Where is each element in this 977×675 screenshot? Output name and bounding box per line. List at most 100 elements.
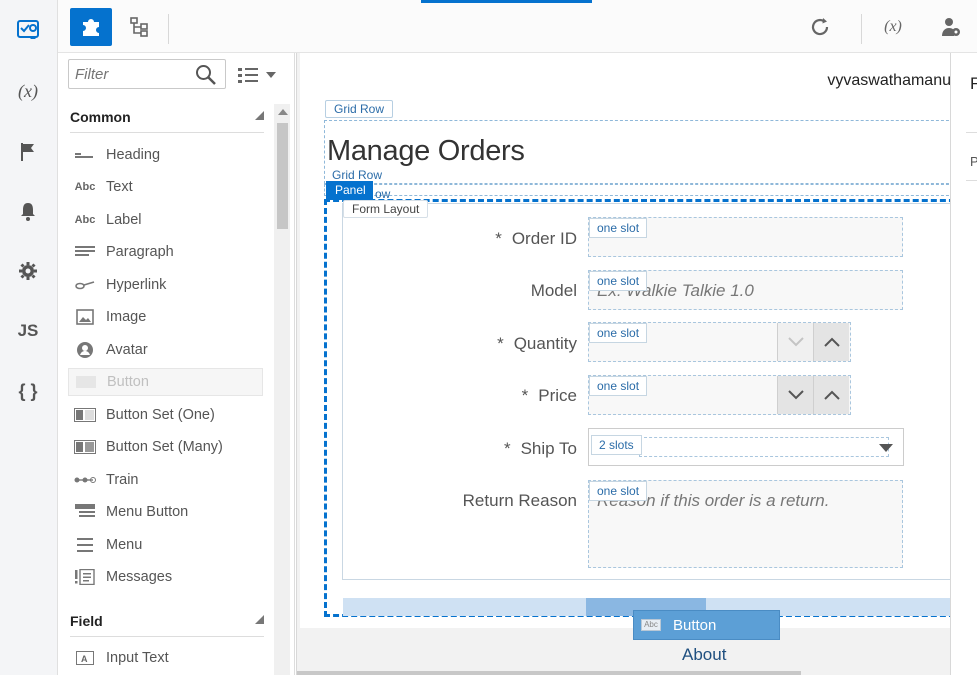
list-view-toggle[interactable]	[236, 65, 280, 85]
chevron-down-icon	[787, 390, 804, 400]
palette-item-label: Heading	[106, 147, 161, 163]
section-field[interactable]: Field	[70, 609, 264, 637]
app-root: (x) JS { } (x) Filter Common Heading Abc…	[0, 0, 977, 675]
slot-tag[interactable]: one slot	[589, 271, 648, 291]
palette-item-heading[interactable]: Heading	[68, 141, 263, 169]
grid-row-tag-2[interactable]: Grid Row	[332, 168, 382, 182]
palette-item-avatar[interactable]: Avatar	[68, 336, 263, 364]
palette-item-label: Input Text	[106, 650, 169, 666]
palette-item-messages[interactable]: Messages	[68, 563, 263, 591]
palette-item-button-set-one[interactable]: Button Set (One)	[68, 401, 263, 429]
refresh-icon[interactable]	[806, 12, 836, 42]
json-icon[interactable]: { }	[8, 373, 48, 409]
slot-tag[interactable]: one slot	[589, 376, 648, 396]
grid-row-tag[interactable]: Grid Row	[325, 100, 394, 118]
canvas-hscrollbar[interactable]	[297, 671, 801, 675]
return-reason-textarea[interactable]: Reason if this order is a return. one sl…	[588, 480, 903, 568]
top-toolbar: (x)	[58, 0, 977, 53]
palette-item-menu[interactable]: Menu	[68, 531, 263, 559]
avatar-icon	[74, 341, 96, 359]
palette-item-hyperlink[interactable]: Hyperlink	[68, 271, 263, 299]
palette-item-train[interactable]: Train	[68, 466, 263, 494]
quantity-decrement-button[interactable]	[777, 323, 813, 361]
panel-tag[interactable]: Panel	[326, 181, 373, 200]
train-icon	[74, 471, 96, 489]
palette-item-label: Button Set (One)	[106, 407, 215, 423]
price-increment-button[interactable]	[813, 376, 849, 414]
palette-item-text[interactable]: Abc Text	[68, 173, 263, 201]
slot-tag[interactable]: one slot	[589, 218, 648, 238]
palette-item-label: Menu	[106, 537, 143, 553]
page-preview: vyvaswathamanu Grid Row Manage Orders Gr…	[300, 53, 950, 628]
js-icon[interactable]: JS	[8, 313, 48, 349]
palette-item-image[interactable]: Image	[68, 303, 263, 331]
required-marker: *	[503, 439, 511, 458]
left-rail: (x) JS { }	[0, 0, 58, 675]
quantity-label-text: Quantity	[513, 334, 577, 353]
scroll-up-icon[interactable]	[278, 108, 288, 116]
dragged-button[interactable]: Abc Button	[633, 610, 780, 640]
svg-text:A: A	[81, 654, 88, 664]
palette-scrollbar-thumb[interactable]	[277, 123, 288, 229]
button-icon	[75, 373, 97, 391]
search-icon[interactable]	[195, 64, 217, 86]
components-icon[interactable]	[8, 12, 48, 48]
properties-title: F	[970, 74, 977, 93]
section-common[interactable]: Common	[70, 105, 264, 133]
palette-item-paragraph[interactable]: Paragraph	[68, 238, 263, 266]
chevron-up-icon	[823, 337, 840, 347]
gear-icon[interactable]	[8, 253, 48, 289]
username: vyvaswathamanu	[827, 72, 950, 89]
slot-tag[interactable]: one slot	[589, 481, 648, 501]
price-stepper[interactable]: one slot	[588, 375, 851, 415]
palette-item-label: Messages	[106, 569, 173, 585]
slot-tag[interactable]: 2 slots	[591, 435, 642, 455]
text-icon: Abc	[74, 181, 96, 193]
list-view-icon	[238, 68, 276, 83]
user-settings-icon[interactable]	[936, 12, 966, 42]
hyperlink-icon	[74, 276, 96, 294]
label-icon: Abc	[74, 214, 96, 226]
palette-item-label[interactable]: Abc Label	[68, 206, 263, 234]
palette-item-menu-button[interactable]: Menu Button	[68, 498, 263, 526]
slot-tag[interactable]: one slot	[589, 323, 648, 343]
variables-icon[interactable]: (x)	[8, 73, 48, 109]
bell-icon[interactable]	[8, 193, 48, 229]
model-input[interactable]: Ex: Walkie Talkie 1.0 one slot	[588, 270, 903, 310]
properties-divider-2	[966, 180, 977, 181]
palette-item-label: Button	[107, 374, 149, 390]
palette-item-input-text[interactable]: A Input Text	[68, 644, 263, 672]
ship-to-select[interactable]: 2 slots	[588, 428, 904, 466]
components-tab-button[interactable]	[70, 8, 112, 46]
json-glyph: { }	[18, 380, 38, 401]
structure-tab-button[interactable]	[118, 8, 160, 46]
required-marker: *	[495, 229, 502, 248]
quantity-increment-button[interactable]	[813, 323, 849, 361]
palette-item-label: Train	[106, 472, 139, 488]
filter-input[interactable]	[75, 65, 190, 83]
form-layout-tag[interactable]: Form Layout	[343, 200, 429, 218]
button-set-many-icon	[74, 438, 96, 456]
dropdown-arrow-icon[interactable]	[879, 444, 893, 453]
design-canvas[interactable]: vyvaswathamanu Grid Row Manage Orders Gr…	[296, 53, 950, 675]
page-title[interactable]: Manage Orders	[327, 135, 525, 168]
variables-glyph: (x)	[18, 80, 38, 101]
filter-field[interactable]	[68, 59, 226, 89]
collapse-triangle-icon[interactable]	[255, 615, 264, 624]
grid-row-outline-2[interactable]	[324, 184, 950, 196]
palette-item-button-set-many[interactable]: Button Set (Many)	[68, 433, 263, 461]
collapse-triangle-icon[interactable]	[255, 111, 264, 120]
palette-item-label: Avatar	[106, 342, 148, 358]
palette-item-button[interactable]: Button	[68, 368, 263, 396]
variables-settings-icon[interactable]: (x)	[878, 12, 908, 42]
toolbar-divider	[168, 14, 169, 44]
palette-item-label: Button Set (Many)	[106, 439, 223, 455]
ship-to-label-text: Ship To	[520, 439, 577, 458]
flag-icon[interactable]	[8, 134, 48, 170]
quantity-stepper[interactable]: one slot	[588, 322, 851, 362]
order-id-input[interactable]: one slot	[588, 217, 903, 257]
palette-item-label: Image	[106, 309, 147, 325]
properties-panel: F P	[950, 53, 977, 675]
about-link[interactable]: About	[682, 645, 726, 665]
price-decrement-button[interactable]	[777, 376, 813, 414]
